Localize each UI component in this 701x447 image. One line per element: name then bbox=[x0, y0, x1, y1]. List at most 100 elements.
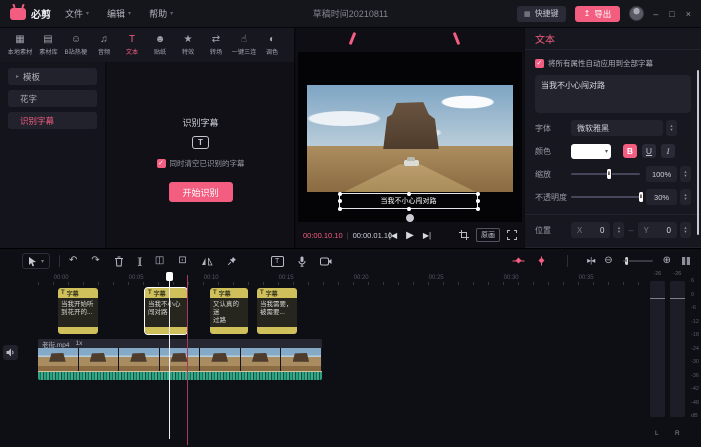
recognize-subtitles-icon[interactable]: T bbox=[271, 256, 284, 267]
subtitle-clip[interactable]: T 字幕 又认真的迷 过路 bbox=[210, 288, 248, 334]
media-toolbar-item[interactable]: ♫ 音频 bbox=[90, 34, 118, 57]
scale-value: 100% bbox=[646, 166, 677, 182]
media-toolbar-item[interactable]: ◐ 调色 bbox=[258, 34, 286, 57]
auto-beat-icon[interactable] bbox=[512, 256, 525, 266]
slider-thumb[interactable] bbox=[639, 192, 644, 202]
menu-item[interactable]: 帮助 bbox=[149, 7, 173, 20]
track-mute-button[interactable] bbox=[3, 345, 18, 360]
subtitle-clip[interactable]: T 字幕 当我开始听 到花开的... bbox=[58, 288, 98, 334]
crop-icon[interactable] bbox=[459, 230, 469, 240]
mirror-button[interactable] bbox=[201, 256, 213, 266]
media-toolbar-item[interactable]: ☻ 贴纸 bbox=[146, 34, 174, 57]
media-toolbar-item[interactable]: ▦ 本地素材 bbox=[6, 34, 34, 57]
media-toolbar-item[interactable]: T 文本 bbox=[118, 34, 146, 57]
delete-button[interactable] bbox=[114, 256, 124, 267]
overwrite-button[interactable]: ⊡ bbox=[178, 256, 186, 266]
export-button[interactable]: ↥ 导出 bbox=[575, 6, 621, 22]
playhead-handle[interactable] bbox=[166, 272, 173, 281]
position-y-input[interactable]: Y 0 bbox=[638, 222, 677, 238]
italic-button[interactable]: I bbox=[661, 144, 675, 158]
fullscreen-icon[interactable] bbox=[507, 230, 517, 240]
resize-handle[interactable] bbox=[338, 192, 342, 196]
resize-handle[interactable] bbox=[476, 207, 480, 211]
video-ground bbox=[307, 146, 513, 192]
opacity-slider[interactable] bbox=[571, 196, 640, 198]
menu-item[interactable]: 文件 bbox=[65, 7, 89, 20]
slider-thumb[interactable] bbox=[607, 169, 612, 179]
rotate-handle[interactable] bbox=[406, 214, 414, 222]
undo-button[interactable]: ↶ bbox=[69, 256, 77, 266]
redo-button[interactable]: ↷ bbox=[91, 256, 99, 266]
play-button[interactable]: ▶ bbox=[406, 230, 414, 241]
media-toolbar-item[interactable]: ☝ 一键三连 bbox=[230, 34, 258, 57]
preview-panel: 当我不小心闯对路 00:00.10.10 | 00:00.01.10 |◀ ▶ … bbox=[296, 28, 524, 248]
scale-stepper[interactable]: ▴▾ bbox=[680, 166, 691, 182]
subtitle-text-input[interactable]: 当我不小心闯对路 bbox=[535, 75, 691, 113]
preview-canvas[interactable]: 当我不小心闯对路 bbox=[298, 52, 522, 222]
clear-subtitles-checkbox[interactable] bbox=[157, 159, 166, 168]
track-layout-icon[interactable] bbox=[681, 256, 691, 266]
scale-slider[interactable] bbox=[571, 173, 640, 175]
color-select[interactable]: ▾ bbox=[571, 144, 611, 159]
sidebar-item[interactable]: ▸ 模板 bbox=[8, 68, 97, 85]
y-stepper[interactable]: ▴▾ bbox=[680, 222, 691, 238]
camera-record-icon[interactable] bbox=[320, 257, 332, 266]
x-stepper[interactable]: ▴▾ bbox=[613, 222, 624, 238]
subtitle-scan-icon: T bbox=[192, 136, 209, 149]
clip-type-label: 字幕 bbox=[67, 289, 79, 298]
underline-button[interactable]: U bbox=[642, 144, 656, 158]
font-stepper[interactable]: ▴▾ bbox=[666, 120, 677, 136]
video-clip[interactable]: 老街.mp4 1x bbox=[38, 339, 322, 380]
text-icon: T bbox=[61, 290, 65, 296]
slider-thumb[interactable] bbox=[625, 257, 629, 265]
subtitle-clip[interactable]: T 字幕 当我不小心 闯对路 bbox=[145, 288, 187, 334]
prev-frame-button[interactable]: |◀ bbox=[389, 231, 397, 240]
maximize-button[interactable]: □ bbox=[669, 9, 674, 19]
user-avatar[interactable] bbox=[629, 6, 644, 21]
split-button[interactable]: ][ bbox=[138, 256, 141, 266]
media-toolbar-label: 特效 bbox=[182, 47, 194, 56]
subtitle-selection-box[interactable]: 当我不小心闯对路 bbox=[339, 193, 478, 209]
playhead-line[interactable] bbox=[169, 273, 170, 439]
microphone-icon[interactable] bbox=[298, 256, 306, 267]
media-toolbar-item[interactable]: ☺ B站热梗 bbox=[62, 34, 90, 57]
original-quality-button[interactable]: 原画 bbox=[476, 228, 500, 242]
start-recognition-button[interactable]: 开始识别 bbox=[169, 182, 233, 202]
font-family-select[interactable]: 微软雅黑 bbox=[571, 120, 663, 136]
zoom-out-icon[interactable]: ⊖ bbox=[604, 256, 612, 266]
resize-handle[interactable] bbox=[338, 207, 342, 211]
apply-all-checkbox[interactable] bbox=[535, 59, 544, 68]
subtitle-clip[interactable]: T 字幕 当我需要， 被需要... bbox=[257, 288, 297, 334]
resize-handle[interactable] bbox=[407, 192, 411, 196]
manual-beat-icon[interactable] bbox=[535, 256, 548, 266]
pin-button[interactable] bbox=[227, 256, 237, 266]
meter-bar-left bbox=[650, 281, 665, 417]
timeline-ruler[interactable]: 00:0000:0500:1000:1500:2000:2500:3000:35 bbox=[0, 273, 645, 286]
opacity-stepper[interactable]: ▴▾ bbox=[680, 189, 691, 205]
resize-handle[interactable] bbox=[407, 207, 411, 211]
sidebar-item[interactable]: 花字 bbox=[8, 90, 97, 107]
resize-handle[interactable] bbox=[476, 192, 480, 196]
minimize-button[interactable]: – bbox=[653, 9, 658, 19]
resize-handle[interactable] bbox=[338, 199, 342, 203]
sidebar-item-label: 模板 bbox=[23, 71, 40, 83]
trim-button[interactable]: ◫ bbox=[155, 256, 164, 266]
next-frame-button[interactable]: ▶| bbox=[423, 231, 431, 240]
select-tool-button[interactable]: ▾ bbox=[22, 253, 50, 269]
position-x-input[interactable]: X 0 bbox=[571, 222, 610, 238]
total-time: 00:00.01.10 bbox=[353, 231, 393, 240]
timeline-zoom-slider[interactable] bbox=[623, 260, 653, 262]
sidebar-item[interactable]: 识别字幕 bbox=[8, 112, 97, 129]
scrollbar[interactable] bbox=[697, 70, 699, 235]
resize-handle[interactable] bbox=[476, 199, 480, 203]
close-button[interactable]: × bbox=[686, 9, 691, 19]
media-toolbar-item[interactable]: ⇄ 转场 bbox=[202, 34, 230, 57]
media-toolbar-item[interactable]: ★ 特效 bbox=[174, 34, 202, 57]
snap-toggle-icon[interactable]: ▸|◂ bbox=[587, 256, 594, 266]
media-toolbar-item[interactable]: ▤ 素材库 bbox=[34, 34, 62, 57]
bold-button[interactable]: B bbox=[623, 144, 637, 158]
time-display: 00:00.10.10 | 00:00.01.10 bbox=[303, 231, 392, 240]
zoom-in-icon[interactable]: ⊕ bbox=[663, 256, 671, 266]
menu-item[interactable]: 编辑 bbox=[107, 7, 131, 20]
shortcuts-button[interactable]: ▦ 快捷键 bbox=[517, 6, 566, 22]
